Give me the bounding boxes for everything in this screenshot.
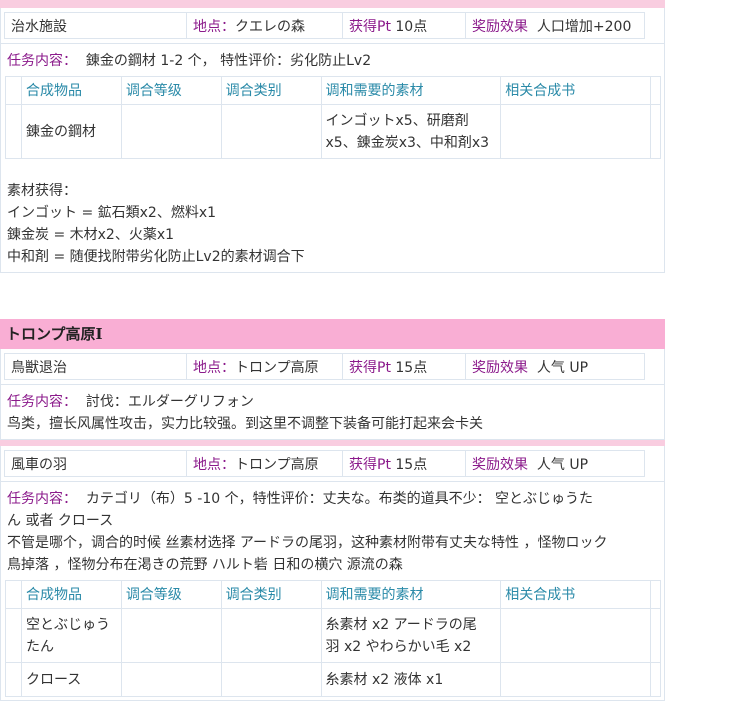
cell-book	[500, 104, 651, 159]
header-book: 相关合成书	[500, 76, 651, 105]
task-note: 鸟类，擅长风属性攻击，实力比较强。到这里不调整下装备可能打起来会卡关	[7, 416, 483, 432]
cell-level	[120, 104, 222, 159]
cell-item: 錬金の鋼材	[20, 104, 122, 159]
cell-materials: 糸素材 x2 アードラの尾羽 x2 やわらかい毛 x2	[320, 608, 502, 663]
section-top-bar	[0, 0, 665, 8]
header-item: 合成物品	[20, 580, 122, 609]
cell-category	[220, 608, 322, 663]
task-description: 任务内容： カテゴリ（布）5 -10 个，特性评价：丈夫な。布类的道具不少： 空…	[1, 482, 664, 576]
section-title: トロンプ高原I	[0, 319, 665, 349]
cell-item: クロース	[20, 662, 122, 697]
quest-location: 地点： トロンプ高原	[186, 353, 343, 380]
cell-level	[120, 662, 222, 697]
cell-book	[500, 608, 651, 663]
header-materials: 调和需要的素材	[320, 580, 502, 609]
task-text: 錬金の鋼材 1-2 个， 特性评价：劣化防止Lv2	[85, 53, 372, 69]
header-item: 合成物品	[20, 76, 122, 105]
quest-box-chojuu: 鳥獣退治 地点： トロンプ高原 获得Pt 15点 奖励效果 人气 UP 任务内容：…	[0, 349, 665, 440]
cell-book	[500, 662, 651, 697]
task-label: 任务内容：	[7, 491, 77, 507]
cell-materials: インゴットx5、研磨剤 x5、錬金炭x3、中和剤x3	[320, 104, 502, 159]
synthesis-table: 合成物品 调合等级 调合类别 调和需要的素材 相关合成书 空とぶじゅう たん 糸素…	[5, 580, 662, 697]
task-note: 不管是哪个，调合的时候 丝素材选择 アードラの尾羽，这种素材附带有丈夫な特性 ，…	[7, 535, 608, 551]
quest-reward: 奖励效果 人气 UP	[465, 450, 645, 477]
quest-reward: 奖励效果 人气 UP	[465, 353, 645, 380]
quest-location: 地点： トロンプ高原	[186, 450, 343, 477]
table-row: 錬金の鋼材 インゴットx5、研磨剤 x5、錬金炭x3、中和剤x3	[5, 104, 662, 159]
task-label: 任务内容：	[7, 394, 77, 410]
header-materials: 调和需要的素材	[320, 76, 502, 105]
quest-points: 获得Pt 15点	[342, 353, 466, 380]
table-header-row: 合成物品 调合等级 调合类别 调和需要的素材 相关合成书	[5, 580, 662, 609]
header-book: 相关合成书	[500, 580, 651, 609]
quest-info-row: 鳥獣退治 地点： トロンプ高原 获得Pt 15点 奖励效果 人气 UP	[1, 349, 664, 385]
quest-reward: 奖励效果 人口增加+200	[465, 12, 645, 39]
header-category: 调合类别	[220, 76, 322, 105]
cell-category	[220, 104, 322, 159]
task-description: 任务内容： 錬金の鋼材 1-2 个， 特性评价：劣化防止Lv2	[1, 44, 664, 72]
cell-category	[220, 662, 322, 697]
quest-box-fuusha: 風車の羽 地点： トロンプ高原 获得Pt 15点 奖励效果 人气 UP 任务内容：…	[0, 446, 665, 701]
task-text: 討伐：エルダーグリフォン	[85, 394, 254, 410]
synthesis-table: 合成物品 调合等级 调合类别 调和需要的素材 相关合成书 錬金の鋼材 インゴット…	[5, 76, 662, 159]
task-text: カテゴリ（布）5 -10 个，特性评价：丈夫な。布类的道具不少： 空とぶじゅうた	[85, 491, 594, 507]
cell-level	[120, 608, 222, 663]
cell-materials: 糸素材 x2 液体 x1	[320, 662, 502, 697]
quest-points: 获得Pt 15点	[342, 450, 466, 477]
table-row: 空とぶじゅう たん 糸素材 x2 アードラの尾羽 x2 やわらかい毛 x2	[5, 608, 662, 663]
quest-name: 鳥獣退治	[4, 353, 187, 380]
quest-name: 風車の羽	[4, 450, 187, 477]
quest-info-row: 風車の羽 地点： トロンプ高原 获得Pt 15点 奖励效果 人气 UP	[1, 446, 664, 482]
header-level: 调合等级	[120, 580, 222, 609]
table-header-row: 合成物品 调合等级 调合类别 调和需要的素材 相关合成书	[5, 76, 662, 105]
quest-box-chisui: 治水施設 地点： クエレの森 获得Pt 10点 奖励效果 人口增加+200 任务内…	[0, 8, 665, 273]
header-level: 调合等级	[120, 76, 222, 105]
quest-location: 地点： クエレの森	[186, 12, 343, 39]
quest-name: 治水施設	[4, 12, 187, 39]
table-row: クロース 糸素材 x2 液体 x1	[5, 662, 662, 697]
task-label: 任务内容：	[7, 53, 77, 69]
quest-info-row: 治水施設 地点： クエレの森 获得Pt 10点 奖励效果 人口增加+200	[1, 8, 664, 44]
task-description: 任务内容： 討伐：エルダーグリフォン 鸟类，擅长风属性攻击，实力比较强。到这里不…	[1, 385, 664, 439]
content-column: 治水施設 地点： クエレの森 获得Pt 10点 奖励效果 人口增加+200 任务内…	[0, 0, 665, 701]
header-category: 调合类别	[220, 580, 322, 609]
material-notes: 素材获得： インゴット = 鉱石類x2、燃料x1 錬金炭 = 木材x2、火薬x1…	[7, 183, 305, 265]
cell-item: 空とぶじゅう たん	[20, 608, 122, 663]
quest-points: 获得Pt 10点	[342, 12, 466, 39]
